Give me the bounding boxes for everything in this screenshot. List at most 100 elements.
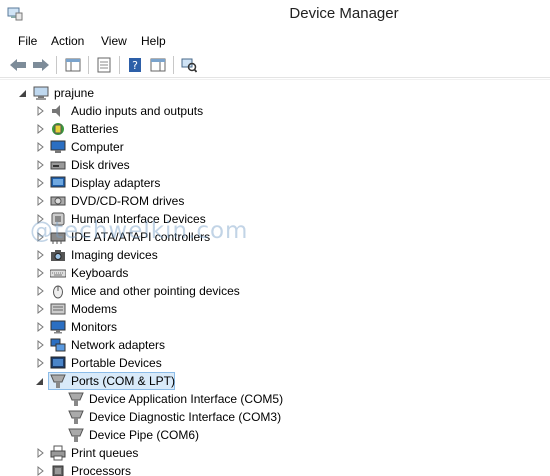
category-label: Keyboards (71, 266, 129, 280)
properties-icon (97, 57, 111, 73)
show-hide-console-tree-button[interactable] (62, 55, 84, 75)
computer-name: prajune (54, 86, 95, 100)
expand-arrow-icon[interactable] (35, 249, 45, 261)
title-bar: Device Manager (0, 0, 550, 30)
expand-arrow-icon[interactable] (35, 447, 45, 459)
port-connector-icon (50, 374, 66, 388)
menu-action[interactable]: Action (51, 34, 84, 48)
category-label: Modems (71, 302, 118, 316)
toolbar: ? (0, 52, 550, 78)
tree-category-batteries[interactable]: Batteries (0, 120, 520, 138)
window-title: Device Manager (289, 5, 399, 22)
help-button[interactable]: ? (124, 55, 146, 75)
category-label: Processors (71, 464, 132, 476)
expand-arrow-icon[interactable] (35, 303, 45, 315)
expand-arrow-icon[interactable] (35, 123, 45, 135)
action-pane-icon (150, 58, 166, 72)
printer-icon (50, 445, 66, 461)
category-label: Display adapters (71, 176, 161, 190)
modem-icon (50, 303, 66, 315)
toolbar-separator (119, 56, 120, 74)
menu-file[interactable]: File (18, 34, 37, 48)
tree-root-node[interactable]: prajune (0, 84, 520, 102)
computer-icon (33, 86, 49, 100)
collapse-arrow-icon[interactable] (18, 87, 28, 99)
tree-category-display-adapters[interactable]: Display adapters (0, 174, 520, 192)
device-tree: prajune Audio inputs and outputs Batteri… (0, 79, 550, 476)
category-label: Network adapters (71, 338, 166, 352)
toolbar-separator (56, 56, 57, 74)
expand-arrow-icon[interactable] (35, 177, 45, 189)
tree-category-mice[interactable]: Mice and other pointing devices (0, 282, 520, 300)
expand-arrow-icon[interactable] (35, 465, 45, 476)
category-label: Monitors (71, 320, 118, 334)
network-adapter-icon (50, 338, 66, 352)
expand-arrow-icon[interactable] (35, 339, 45, 351)
tree-device-com3[interactable]: Device Diagnostic Interface (COM3) (0, 408, 520, 426)
expand-arrow-icon[interactable] (35, 105, 45, 117)
category-label: Ports (COM & LPT) (71, 374, 176, 388)
tree-category-print-queues[interactable]: Print queues (0, 444, 520, 462)
monitor-icon (50, 140, 66, 153)
display-adapter-icon (50, 176, 66, 188)
mouse-icon (53, 285, 63, 299)
category-label: Batteries (71, 122, 119, 136)
show-hide-action-pane-button[interactable] (147, 55, 169, 75)
expand-arrow-icon[interactable] (35, 195, 45, 207)
category-label: Portable Devices (71, 356, 162, 370)
device-label: Device Application Interface (COM5) (89, 392, 284, 406)
properties-button[interactable] (93, 55, 115, 75)
tree-category-imaging[interactable]: Imaging devices (0, 246, 520, 264)
tree-category-modems[interactable]: Modems (0, 300, 520, 318)
watermark: @techwelkin.com (30, 218, 249, 244)
tree-category-keyboards[interactable]: Keyboards (0, 264, 520, 282)
speaker-icon (52, 105, 60, 117)
svg-text:?: ? (132, 59, 138, 72)
menu-bar: File Action View Help (0, 30, 550, 52)
battery-icon (52, 123, 64, 135)
expand-arrow-icon[interactable] (35, 321, 45, 333)
expand-arrow-icon[interactable] (35, 285, 45, 297)
expand-arrow-icon[interactable] (35, 267, 45, 279)
category-label: Imaging devices (71, 248, 158, 262)
menu-view[interactable]: View (101, 34, 127, 48)
forward-button[interactable] (30, 55, 52, 75)
tree-category-disk-drives[interactable]: Disk drives (0, 156, 520, 174)
portable-device-icon (50, 356, 66, 369)
tree-category-portable-devices[interactable]: Portable Devices (0, 354, 520, 372)
processor-icon (52, 465, 64, 476)
collapse-arrow-icon[interactable] (35, 375, 45, 387)
console-tree-icon (65, 58, 81, 72)
help-icon: ? (129, 58, 141, 72)
category-label: DVD/CD-ROM drives (71, 194, 185, 208)
tree-category-ports[interactable]: Ports (COM & LPT) (0, 372, 520, 390)
tree-device-com6[interactable]: Device Pipe (COM6) (0, 426, 520, 444)
expand-arrow-icon[interactable] (35, 357, 45, 369)
scan-hardware-changes-button[interactable] (178, 55, 200, 75)
category-label: Computer (71, 140, 124, 154)
category-label: Disk drives (71, 158, 130, 172)
category-label: Audio inputs and outputs (71, 104, 204, 118)
forward-arrow-icon (33, 59, 49, 71)
tree-category-audio[interactable]: Audio inputs and outputs (0, 102, 520, 120)
tree-device-com5[interactable]: Device Application Interface (COM5) (0, 390, 520, 408)
expand-arrow-icon[interactable] (35, 141, 45, 153)
scan-hardware-icon (181, 58, 197, 73)
dvd-drive-icon (50, 196, 66, 206)
category-label: Mice and other pointing devices (71, 284, 240, 298)
expand-arrow-icon[interactable] (35, 159, 45, 171)
device-label: Device Pipe (COM6) (89, 428, 200, 442)
tree-category-computer[interactable]: Computer (0, 138, 520, 156)
port-connector-icon (68, 410, 84, 424)
tree-category-dvd-cd-rom[interactable]: DVD/CD-ROM drives (0, 192, 520, 210)
port-connector-icon (68, 392, 84, 406)
back-button[interactable] (7, 55, 29, 75)
tree-category-network-adapters[interactable]: Network adapters (0, 336, 520, 354)
category-label: Print queues (71, 446, 139, 460)
port-connector-icon (68, 428, 84, 442)
disk-drive-icon (50, 161, 66, 170)
toolbar-separator (173, 56, 174, 74)
tree-category-monitors[interactable]: Monitors (0, 318, 520, 336)
menu-help[interactable]: Help (141, 34, 166, 48)
tree-category-processors[interactable]: Processors (0, 462, 520, 476)
